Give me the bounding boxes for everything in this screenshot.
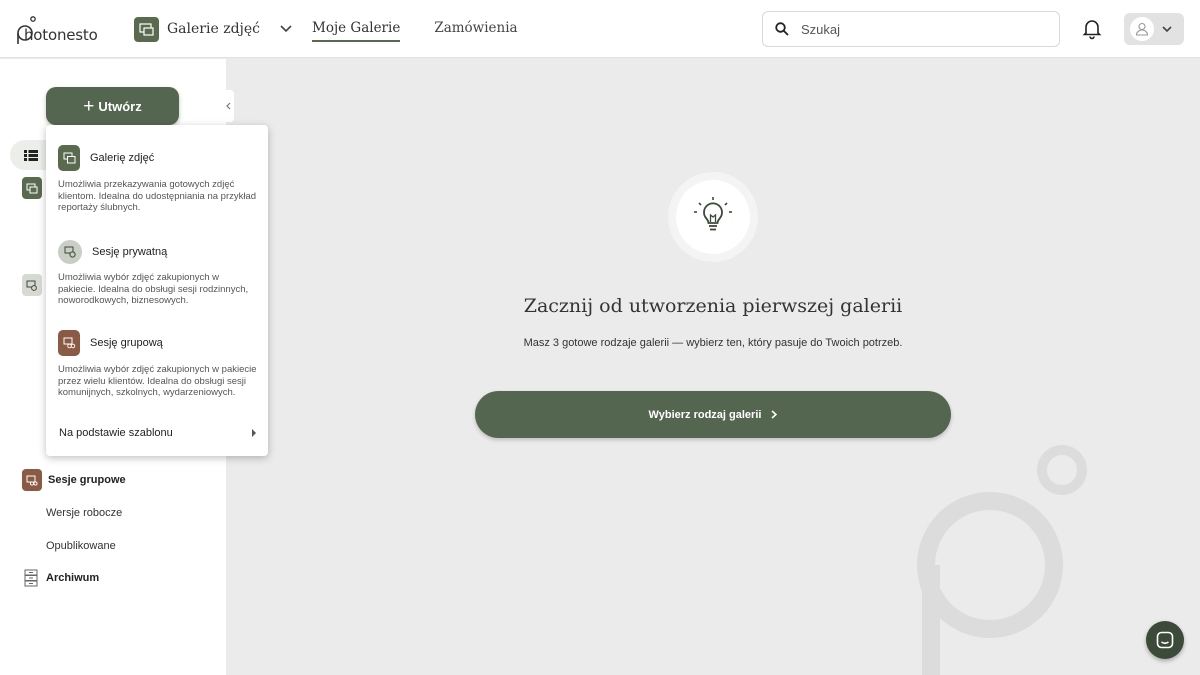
create-from-template[interactable]: Na podstawie szablonu [59, 427, 257, 439]
create-button[interactable]: + Utwórz [46, 87, 179, 125]
create-option-private-session[interactable]: Sesję prywatną Umożliwia wybór zdjęć zak… [58, 240, 258, 307]
chevron-down-icon [280, 25, 292, 33]
gallery-icon [134, 16, 159, 42]
option-title: Galerię zdjęć [90, 152, 155, 164]
lightbulb-badge [668, 172, 758, 262]
option-description: Umożliwia wybór zdjęć zakupionych w paki… [58, 272, 249, 307]
choose-gallery-label: Wybierz rodzaj galerii [648, 408, 762, 421]
nav-orders[interactable]: Zamówienia [434, 20, 517, 42]
sidebar-gallery-icon[interactable] [22, 177, 42, 199]
create-menu: Galerię zdjęć Umożliwia przekazywania go… [46, 125, 268, 456]
template-label: Na podstawie szablonu [59, 427, 173, 439]
avatar [1130, 17, 1154, 41]
empty-state-subtitle: Masz 3 gotowe rodzaje galerii — wybierz … [523, 337, 903, 349]
chevron-right-icon [771, 410, 778, 419]
option-description: Umożliwia przekazywania gotowych zdjęć k… [58, 179, 257, 214]
sidebar-item-published[interactable]: Opublikowane [46, 540, 116, 552]
sidebar-item-label: Archiwum [46, 572, 100, 584]
chevron-down-icon [1162, 25, 1172, 32]
archive-icon [24, 569, 38, 587]
option-title: Sesję grupową [90, 337, 163, 349]
account-menu[interactable] [1124, 13, 1184, 45]
lightbulb-icon [694, 197, 732, 231]
nav-my-galleries[interactable]: Moje Galerie [312, 20, 401, 42]
chevron-left-icon [225, 102, 230, 110]
create-option-group-session[interactable]: Sesję grupową Umożliwia wybór zdjęć zaku… [58, 330, 258, 399]
sidebar-private-icon[interactable] [22, 274, 42, 296]
top-bar: hotonesto Galerie zdjęć Moje Galerie Zam… [0, 0, 1200, 58]
sidebar-item-label: Sesje grupowe [48, 474, 126, 486]
decorative-logo-mark [917, 445, 1087, 675]
option-title: Sesję prywatną [92, 246, 168, 258]
private-session-icon [58, 240, 82, 264]
sidebar-item-drafts[interactable]: Wersje robocze [46, 507, 122, 519]
search-icon [775, 22, 789, 36]
app-logo[interactable]: hotonesto [16, 16, 112, 44]
gallery-type-switch[interactable]: Galerie zdjęć [134, 16, 292, 42]
option-description: Umożliwia wybór zdjęć zakupionych w paki… [58, 364, 257, 399]
main-nav: Moje Galerie Zamówienia [312, 20, 518, 42]
sidebar-item-group-sessions[interactable]: Sesje grupowe [22, 469, 126, 491]
plus-icon: + [83, 95, 95, 117]
collapse-sidebar-button[interactable] [222, 90, 234, 122]
logo-mark-icon [17, 16, 36, 44]
sidebar-item-archive[interactable]: Archiwum [22, 569, 99, 587]
bell-icon[interactable] [1082, 18, 1102, 40]
user-icon [1135, 22, 1149, 36]
empty-state-title: Zacznij od utworzenia pierwszej galerii [523, 295, 903, 317]
list-icon [24, 149, 38, 161]
gallery-switch-label: Galerie zdjęć [167, 21, 261, 37]
create-option-gallery[interactable]: Galerię zdjęć Umożliwia przekazywania go… [58, 145, 258, 214]
caret-right-icon [252, 429, 256, 437]
create-button-label: Utwórz [98, 98, 142, 114]
chat-launcher-button[interactable] [1146, 621, 1184, 659]
group-session-icon [22, 469, 42, 491]
choose-gallery-type-button[interactable]: Wybierz rodzaj galerii [475, 391, 951, 438]
gallery-icon [58, 145, 80, 171]
chat-icon [1156, 631, 1174, 649]
search-input[interactable] [801, 21, 1041, 37]
group-session-icon [58, 330, 80, 356]
search-box[interactable] [762, 11, 1060, 47]
